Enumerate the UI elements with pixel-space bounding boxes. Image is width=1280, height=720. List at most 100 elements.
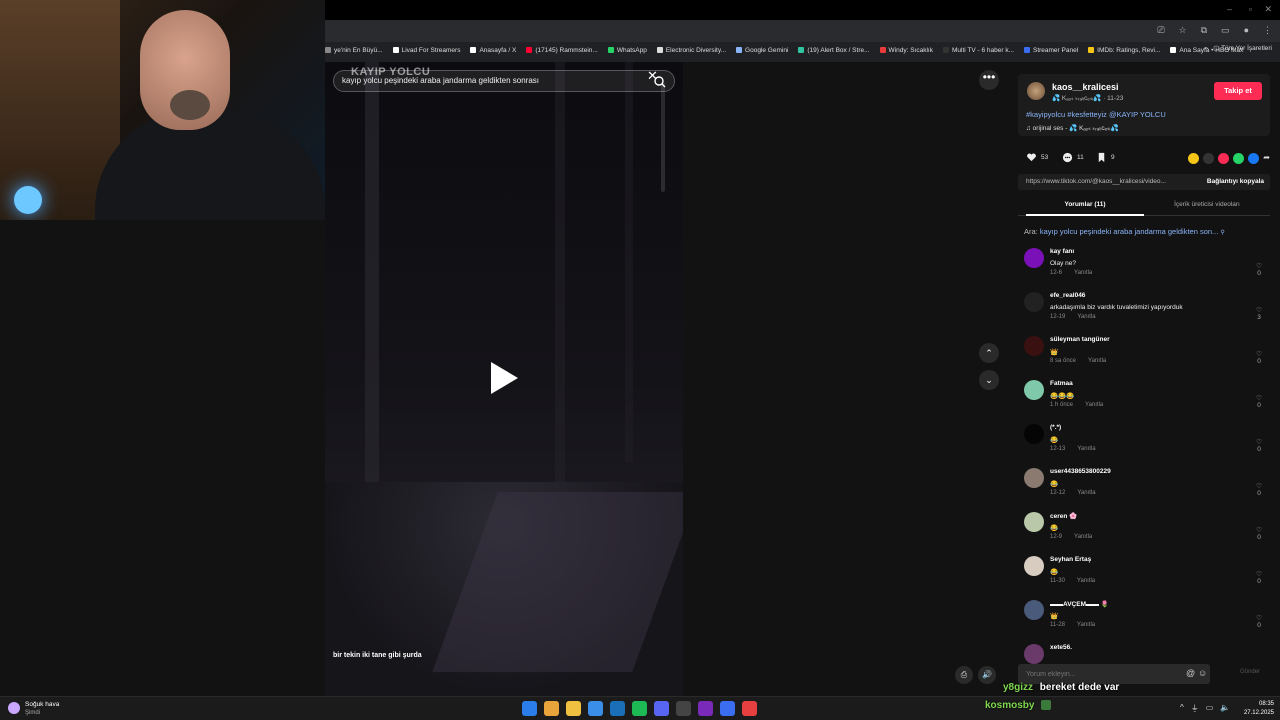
commenter-avatar[interactable] <box>1024 424 1044 444</box>
related-search[interactable]: Ara: kayıp yolcu peşindeki araba jandarm… <box>1024 227 1225 236</box>
comment-like-button[interactable]: ♡ 0 <box>1254 526 1264 541</box>
commenter-name[interactable]: kay fanı <box>1050 248 1074 255</box>
commenter-name[interactable]: Fatmaa <box>1050 380 1073 387</box>
follow-button[interactable]: Takip et <box>1214 82 1262 100</box>
bookmark-item[interactable]: ye'nin En Büyü... <box>325 47 383 54</box>
share-icon[interactable] <box>1188 153 1200 164</box>
comment-input-box[interactable]: @ ☺ <box>1018 664 1210 684</box>
bookmark-item[interactable]: Multi TV - 6 haber k... <box>942 47 1014 54</box>
commenter-name[interactable]: ▬▬AVÇEM▬▬ 🌷 <box>1050 600 1109 608</box>
commenter-name[interactable]: Seyhan Ertaş <box>1050 556 1091 563</box>
menu-icon[interactable]: ⋮ <box>1263 25 1272 36</box>
taskbar-app-icon[interactable] <box>742 701 757 716</box>
commenter-avatar[interactable] <box>1024 512 1044 532</box>
sidebar-icon[interactable]: ▭ <box>1221 25 1230 36</box>
video-hashtags[interactable]: #kayipyolcu #kesfetteyiz @KAYIP YOLCU <box>1026 110 1166 119</box>
reply-button[interactable]: Yanıtla <box>1085 402 1103 408</box>
bookmark-item[interactable]: (17145) Rammstein... <box>526 47 598 54</box>
comment-button[interactable]: 11 <box>1062 152 1084 163</box>
reply-button[interactable]: Yanıtla <box>1077 490 1095 496</box>
more-options-button[interactable]: ••• <box>979 70 999 90</box>
taskbar-app-icon[interactable] <box>720 701 735 716</box>
taskbar-app-icon[interactable] <box>676 701 691 716</box>
report-button[interactable]: ⎙ <box>955 666 973 684</box>
tab-creator-videos[interactable]: İçerik üreticisi videoları <box>1144 201 1270 208</box>
cast-icon[interactable]: ⎚ <box>1157 25 1164 36</box>
previous-video-button[interactable]: ⌃ <box>979 343 999 363</box>
comment-input[interactable] <box>1026 668 1186 680</box>
bookmark-item[interactable]: Electronic Diversity... <box>656 47 726 54</box>
commenter-avatar[interactable] <box>1024 600 1044 620</box>
taskbar-app-icon[interactable] <box>654 701 669 716</box>
reply-button[interactable]: Yanıtla <box>1077 314 1095 320</box>
video-player[interactable]: kayıp yolcu peşindeki araba jandarma gel… <box>325 62 683 696</box>
comment-like-button[interactable]: ♡ 0 <box>1254 350 1264 365</box>
like-button[interactable]: 53 <box>1026 152 1048 163</box>
commenter-avatar[interactable] <box>1024 292 1044 312</box>
share-icon[interactable] <box>1248 153 1260 164</box>
bookmark-item[interactable]: Google Gemini <box>736 47 788 54</box>
taskbar-app-icon[interactable] <box>632 701 647 716</box>
bookmark-item[interactable]: Windy: Sıcaklık <box>879 47 933 54</box>
commenter-name[interactable]: xete56. <box>1050 644 1072 651</box>
commenter-name[interactable]: (*.*) <box>1050 424 1061 431</box>
play-icon[interactable] <box>491 362 518 394</box>
close-window-icon[interactable]: ✕ <box>1264 4 1272 15</box>
minimize-icon[interactable]: – <box>1227 4 1232 14</box>
author-username[interactable]: kaos__kralicesi <box>1052 82 1119 92</box>
comment-like-button[interactable]: ♡ 0 <box>1254 482 1264 497</box>
comment-like-button[interactable]: ♡ 0 <box>1254 438 1264 453</box>
taskbar-app-icon[interactable] <box>522 701 537 716</box>
share-icon[interactable] <box>1218 153 1230 164</box>
speaker-icon[interactable]: 🔈 <box>1220 703 1230 714</box>
share-arrow-icon[interactable]: ➦ <box>1263 153 1270 164</box>
video-url[interactable]: https://www.tiktok.com/@kaos__kralicesi/… <box>1026 178 1166 185</box>
commenter-avatar[interactable] <box>1024 468 1044 488</box>
clock[interactable]: 08:35 27.12.2025 <box>1240 700 1274 718</box>
commenter-name[interactable]: efe_real046 <box>1050 292 1085 299</box>
taskbar-app-icon[interactable] <box>544 701 559 716</box>
commenter-name[interactable]: user4438653800229 <box>1050 468 1111 475</box>
commenter-name[interactable]: ceren 🌸 <box>1050 512 1077 520</box>
bookmark-item[interactable]: Livad For Streamers <box>392 47 460 54</box>
commenter-avatar[interactable] <box>1024 248 1044 268</box>
bookmark-item[interactable]: IMDb: Ratings, Revi... <box>1088 47 1160 54</box>
volume-icon[interactable]: 🔊 <box>978 666 996 684</box>
taskbar-app-icon[interactable] <box>698 701 713 716</box>
bookmark-item[interactable]: Streamer Panel <box>1023 47 1078 54</box>
reply-button[interactable]: Yanıtla <box>1074 270 1092 276</box>
bookmark-item[interactable]: Anasayfa / X <box>470 47 516 54</box>
taskbar-app-icon[interactable] <box>610 701 625 716</box>
mention-icon[interactable]: @ <box>1186 668 1195 678</box>
taskbar-app-icon[interactable] <box>566 701 581 716</box>
copy-link-button[interactable]: Bağlantıyı kopyala <box>1207 178 1264 185</box>
reply-button[interactable]: Yanıtla <box>1077 622 1095 628</box>
emoji-icon[interactable]: ☺ <box>1198 668 1207 678</box>
commenter-name[interactable]: süleyman tangüner <box>1050 336 1110 343</box>
reply-button[interactable]: Yanıtla <box>1077 578 1095 584</box>
tab-comments[interactable]: Yorumlar (11) <box>1026 201 1144 208</box>
network-icon[interactable]: ▭ <box>1206 703 1214 714</box>
reply-button[interactable]: Yanıtla <box>1077 446 1095 452</box>
reply-button[interactable]: Yanıtla <box>1074 534 1092 540</box>
bookmark-item[interactable]: (19) Alert Box / Stre... <box>798 47 870 54</box>
profile-icon[interactable]: ● <box>1244 25 1249 36</box>
extensions-icon[interactable]: ⧉ <box>1201 25 1207 36</box>
usb-icon[interactable]: ⏚ <box>1191 703 1199 714</box>
all-bookmarks[interactable]: » ▢ Tüm Yer İşaretleri <box>1204 44 1272 52</box>
comment-like-button[interactable]: ♡ 0 <box>1254 614 1264 629</box>
comment-like-button[interactable]: ♡ 0 <box>1254 394 1264 409</box>
close-icon[interactable]: ✕ <box>647 68 658 84</box>
chevron-up-icon[interactable]: ^ <box>1180 703 1184 714</box>
address-bar[interactable]: ⎚ ☆ ⧉ ▭ ● ⋮ <box>325 20 1280 42</box>
comment-like-button[interactable]: ♡ 0 <box>1254 570 1264 585</box>
music-info[interactable]: ♫ orijinal ses - 💦 Kₐₒₛ ₖᵣₐₗᵢcₑₛᵢ💦 <box>1026 124 1119 132</box>
bookmark-star-icon[interactable]: ☆ <box>1179 25 1187 36</box>
reply-button[interactable]: Yanıtla <box>1088 358 1106 364</box>
commenter-avatar[interactable] <box>1024 336 1044 356</box>
next-video-button[interactable]: ⌄ <box>979 370 999 390</box>
comment-like-button[interactable]: ♡ 0 <box>1254 262 1264 277</box>
share-icon[interactable] <box>1233 153 1245 164</box>
save-button[interactable]: 9 <box>1096 152 1115 163</box>
commenter-avatar[interactable] <box>1024 644 1044 664</box>
